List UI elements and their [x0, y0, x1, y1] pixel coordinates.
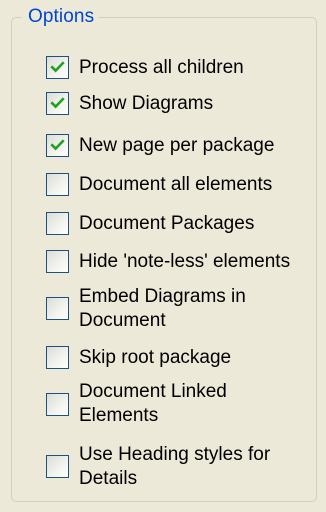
checkbox-document-linked-elements[interactable]	[46, 393, 69, 416]
option-label: Show Diagrams	[79, 93, 214, 114]
checkbox-new-page-per-package[interactable]	[46, 134, 69, 157]
checkbox-show-diagrams[interactable]	[46, 92, 69, 115]
option-label: Document all elements	[79, 174, 273, 195]
checkbox-document-packages[interactable]	[46, 212, 69, 235]
option-label-line-2: Details	[79, 468, 138, 489]
option-label-line-1: Embed Diagrams in	[79, 286, 246, 307]
option-label: Process all children	[79, 57, 244, 78]
option-label: New page per package	[79, 135, 275, 156]
checkbox-hide-note-less-elements[interactable]	[46, 250, 69, 273]
checkbox-process-all-children[interactable]	[46, 56, 69, 79]
option-label: Document Packages	[79, 213, 255, 234]
option-label: Skip root package	[79, 347, 232, 368]
option-label-line-2: Document	[79, 310, 166, 331]
checkbox-skip-root-package[interactable]	[46, 346, 69, 369]
checkbox-use-heading-styles-for-details[interactable]	[46, 455, 69, 478]
option-label-line-1: Document Linked	[79, 381, 227, 402]
options-panel: Options Process all children Show Diagra…	[0, 0, 326, 512]
options-group-title: Options	[22, 6, 99, 28]
option-label-line-1: Use Heading styles for	[79, 444, 271, 465]
checkmark-icon	[50, 139, 65, 151]
option-label-line-2: Elements	[79, 405, 159, 426]
checkbox-document-all-elements[interactable]	[46, 173, 69, 196]
checkmark-icon	[50, 61, 65, 73]
option-label: Hide 'note-less' elements	[79, 251, 291, 272]
checkmark-icon	[50, 97, 65, 109]
checkbox-embed-diagrams-in-document[interactable]	[46, 297, 69, 320]
